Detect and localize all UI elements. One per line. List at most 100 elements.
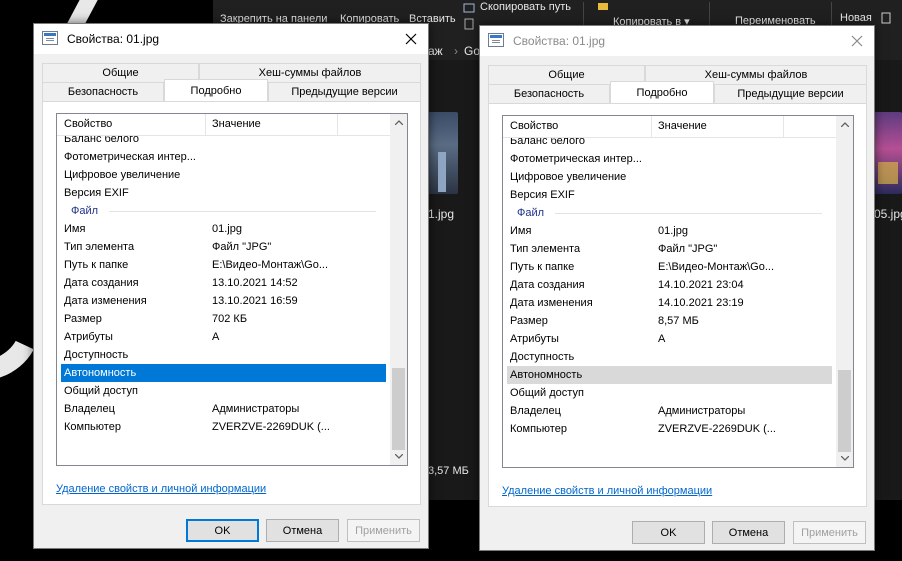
ok-button[interactable]: OK	[186, 519, 259, 542]
details-panel: Баланс белого Фотометрическая интер... Циф…	[488, 103, 867, 507]
title-bar[interactable]: Свойства: 01.jpg	[480, 26, 874, 56]
property-name: Общий доступ	[64, 385, 138, 397]
property-row[interactable]: Фотометрическая интер...	[507, 150, 832, 168]
close-button[interactable]	[840, 26, 874, 56]
file-name-2[interactable]: 05.jpg	[874, 207, 902, 221]
property-row[interactable]: Тип элемента Файл "JPG"	[507, 240, 832, 258]
properties-dialog-active: Свойства: 01.jpg Общие Хеш-суммы файлов …	[33, 23, 429, 549]
column-value[interactable]: Значение	[658, 120, 707, 132]
column-value[interactable]: Значение	[212, 118, 261, 130]
group-header-file[interactable]: Файл	[507, 204, 832, 222]
thumbnail-1[interactable]	[428, 112, 458, 194]
property-row[interactable]: Путь к папке E:\Видео-Монтаж\Go...	[61, 256, 386, 274]
property-row[interactable]: Версия EXIF	[61, 184, 386, 202]
property-row[interactable]: Доступность	[61, 346, 386, 364]
tab-previous-versions[interactable]: Предыдущие версии	[268, 82, 421, 101]
property-value: 13.10.2021 16:59	[212, 295, 298, 307]
list-rows: Баланс белого Фотометрическая интер... Циф…	[57, 114, 390, 465]
remove-properties-link[interactable]: Удаление свойств и личной информации	[56, 483, 266, 495]
tab-security[interactable]: Безопасность	[42, 82, 164, 101]
property-row[interactable]: Путь к папке E:\Видео-Монтаж\Go...	[507, 258, 832, 276]
apply-button[interactable]: Применить	[793, 521, 866, 544]
copy-path-icon	[463, 3, 475, 13]
property-row[interactable]: Общий доступ	[61, 382, 386, 400]
property-row[interactable]: Владелец Администраторы	[507, 402, 832, 420]
property-value: 702 КБ	[212, 313, 248, 325]
tab-security[interactable]: Безопасность	[488, 84, 610, 103]
property-name: Версия EXIF	[510, 189, 575, 201]
property-value: 14.10.2021 23:19	[658, 297, 744, 309]
property-row[interactable]: Автономность	[507, 366, 832, 384]
scroll-down-button[interactable]	[390, 448, 407, 465]
property-row[interactable]: Размер 702 КБ	[61, 310, 386, 328]
property-row[interactable]: Имя 01.jpg	[507, 222, 832, 240]
apply-button[interactable]: Применить	[347, 519, 420, 542]
ok-button[interactable]: OK	[632, 521, 705, 544]
property-name: Версия EXIF	[64, 187, 129, 199]
details-panel: Баланс белого Фотометрическая интер... Циф…	[42, 101, 421, 505]
new-folder-button[interactable]: Новая	[840, 12, 872, 24]
property-row[interactable]: Атрибуты A	[61, 328, 386, 346]
property-name: Имя	[510, 225, 532, 237]
property-row[interactable]: Компьютер ZVERZVE-2269DUK (...	[507, 420, 832, 438]
scroll-up-button[interactable]	[836, 116, 853, 133]
property-row[interactable]: Тип элемента Файл "JPG"	[61, 238, 386, 256]
close-button[interactable]	[394, 24, 428, 54]
property-row[interactable]: Версия EXIF	[507, 186, 832, 204]
scroll-thumb[interactable]	[838, 370, 851, 452]
thumbnail-2[interactable]	[874, 112, 902, 194]
properties-dialog-inactive: Свойства: 01.jpg Общие Хеш-суммы файлов …	[479, 25, 875, 551]
property-row[interactable]: Фотометрическая интер...	[61, 148, 386, 166]
property-row[interactable]: Доступность	[507, 348, 832, 366]
copy-path-button[interactable]: Скопировать путь	[480, 1, 571, 13]
property-name: Путь к папке	[64, 259, 129, 271]
property-row[interactable]: Цифровое увеличение	[507, 168, 832, 186]
vertical-scrollbar[interactable]	[836, 116, 853, 467]
property-row[interactable]: Дата изменения 13.10.2021 16:59	[61, 292, 386, 310]
scroll-thumb[interactable]	[392, 368, 405, 450]
close-icon	[405, 33, 417, 45]
property-row[interactable]: Имя 01.jpg	[61, 220, 386, 238]
group-header-file[interactable]: Файл	[61, 202, 386, 220]
tab-details[interactable]: Подробно	[164, 79, 268, 101]
property-row[interactable]: Дата изменения 14.10.2021 23:19	[507, 294, 832, 312]
properties-list[interactable]: Баланс белого Фотометрическая интер... Циф…	[56, 113, 408, 466]
title-bar[interactable]: Свойства: 01.jpg	[34, 24, 428, 54]
property-row[interactable]: Компьютер ZVERZVE-2269DUK (...	[61, 418, 386, 436]
file-name-1[interactable]: 1.jpg	[428, 207, 454, 221]
property-value: 01.jpg	[658, 225, 688, 237]
remove-properties-link[interactable]: Удаление свойств и личной информации	[502, 485, 712, 497]
property-row[interactable]: Автономность	[61, 364, 386, 382]
property-row[interactable]: Атрибуты A	[507, 330, 832, 348]
tab-previous-versions[interactable]: Предыдущие версии	[714, 84, 867, 103]
property-row[interactable]: Дата создания 13.10.2021 14:52	[61, 274, 386, 292]
property-name: Фотометрическая интер...	[64, 151, 196, 163]
property-row[interactable]: Размер 8,57 МБ	[507, 312, 832, 330]
cancel-button[interactable]: Отмена	[266, 519, 339, 542]
property-row[interactable]: Общий доступ	[507, 384, 832, 402]
column-property[interactable]: Свойство	[510, 120, 558, 132]
property-name: Размер	[64, 313, 102, 325]
property-name: Тип элемента	[510, 243, 581, 255]
properties-list[interactable]: Баланс белого Фотометрическая интер... Циф…	[502, 115, 854, 468]
vertical-scrollbar[interactable]	[390, 114, 407, 465]
property-name: Дата изменения	[64, 295, 147, 307]
status-bar-size: 3,57 МБ	[428, 465, 469, 477]
scroll-down-button[interactable]	[836, 450, 853, 467]
list-header: Свойство Значение	[503, 116, 836, 138]
cancel-button[interactable]: Отмена	[712, 521, 785, 544]
property-value: 01.jpg	[212, 223, 242, 235]
tab-details[interactable]: Подробно	[610, 81, 714, 103]
property-name: Имя	[64, 223, 86, 235]
column-property[interactable]: Свойство	[64, 118, 112, 130]
property-value: Файл "JPG"	[658, 243, 718, 255]
scroll-up-button[interactable]	[390, 114, 407, 131]
property-name: Атрибуты	[64, 331, 113, 343]
property-row[interactable]: Дата создания 14.10.2021 23:04	[507, 276, 832, 294]
breadcrumb-separator: ›	[454, 44, 458, 58]
property-value: Администраторы	[658, 405, 746, 417]
property-row[interactable]: Владелец Администраторы	[61, 400, 386, 418]
property-name: Автономность	[510, 369, 583, 381]
breadcrumb-fragment: аж	[428, 44, 443, 58]
property-row[interactable]: Цифровое увеличение	[61, 166, 386, 184]
